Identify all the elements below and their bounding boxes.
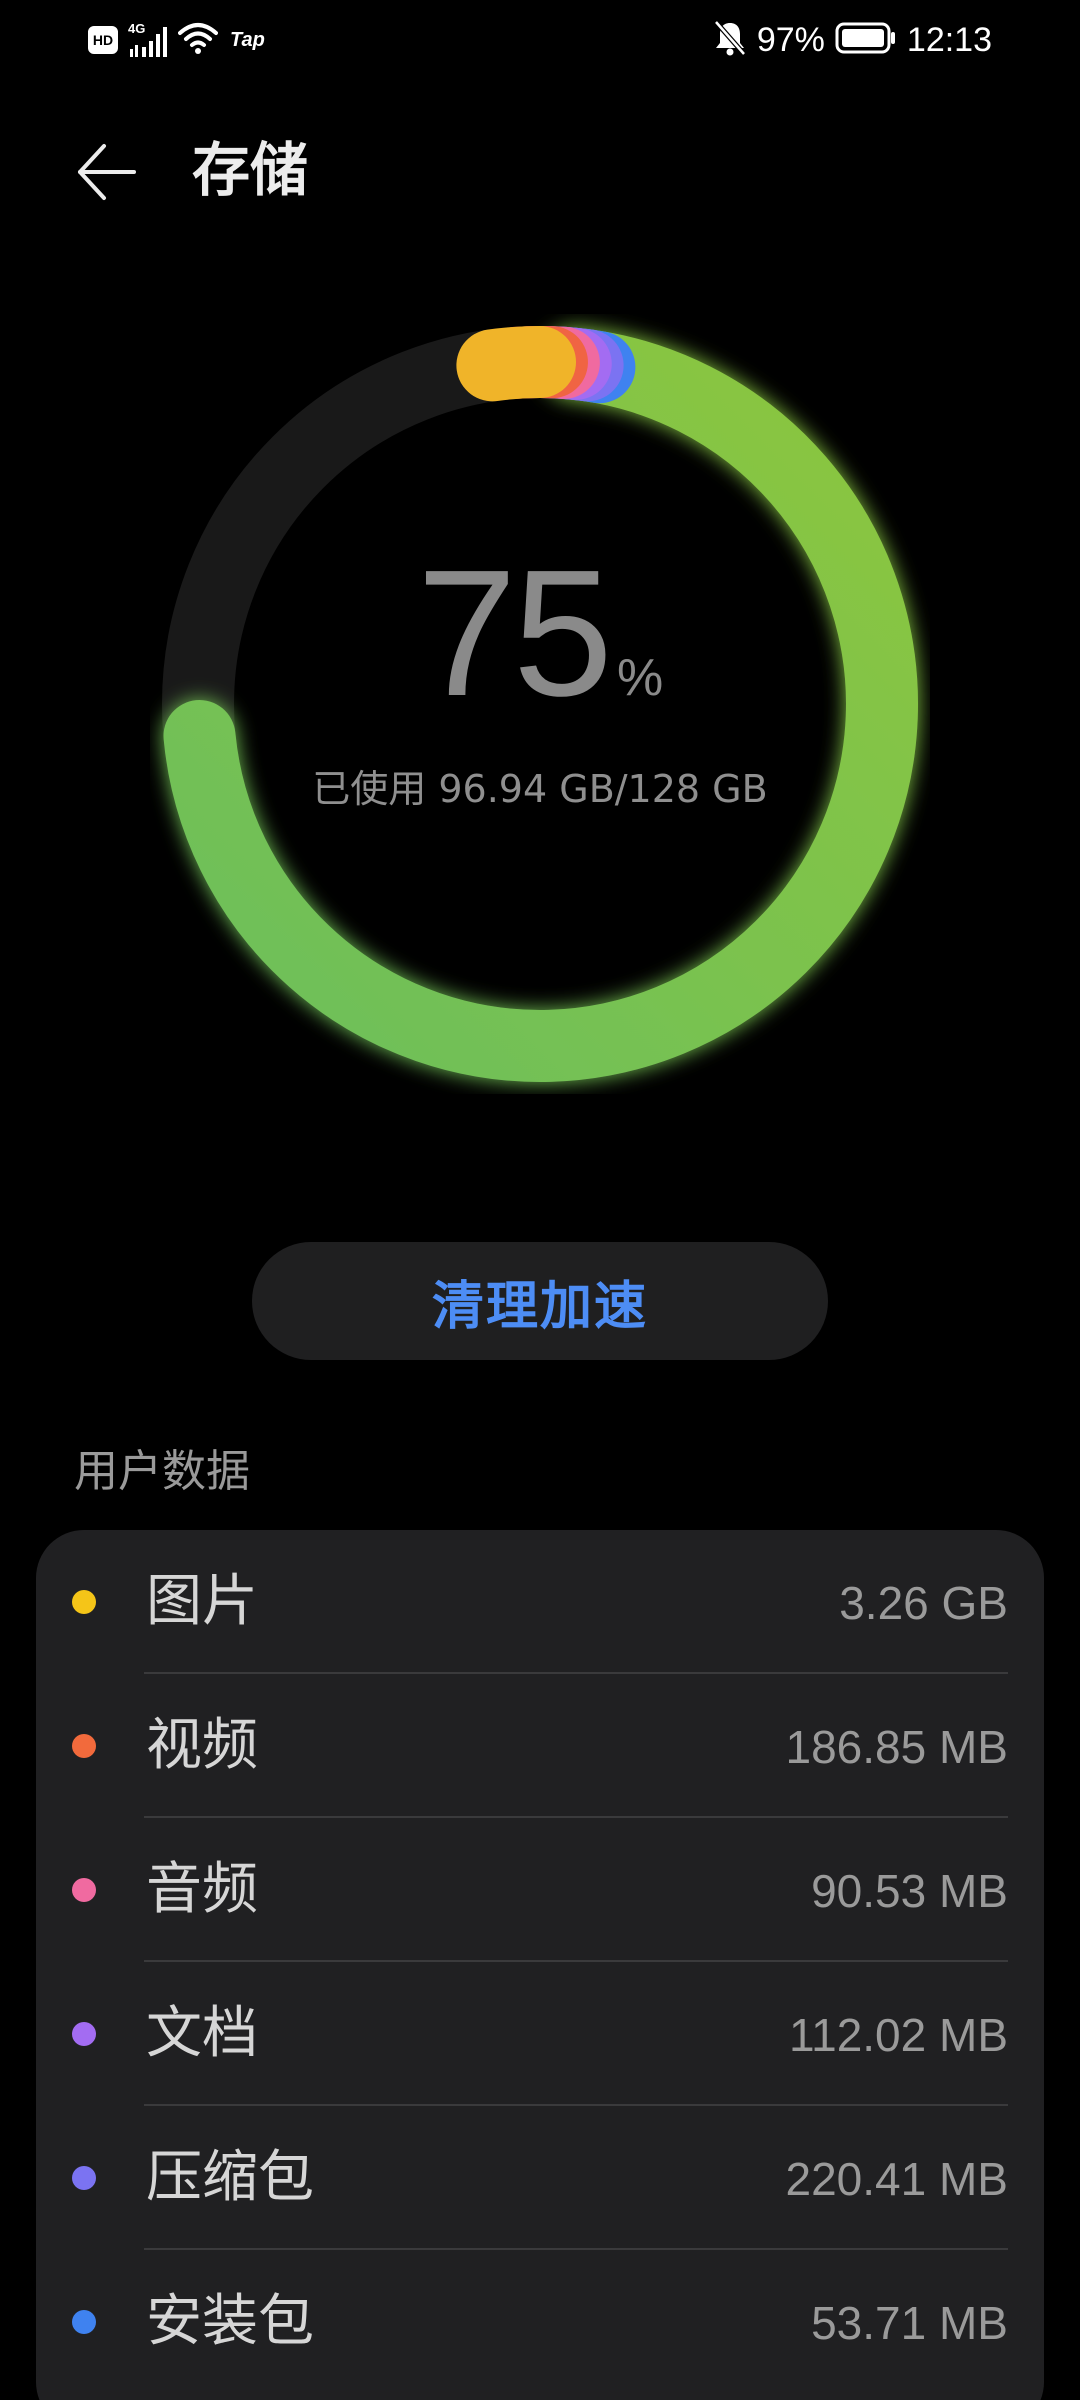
- back-button[interactable]: [56, 122, 156, 222]
- list-item-label: 音频: [146, 1857, 258, 1922]
- clock: 12:13: [906, 21, 992, 59]
- list-item-installers[interactable]: 安装包 53.71 MB: [36, 2250, 1044, 2394]
- hd-icon: HD: [88, 26, 118, 54]
- list-item-size: 90.53 MB: [811, 1865, 1008, 1917]
- list-item-pictures[interactable]: 图片 3.26 GB: [36, 1530, 1044, 1674]
- usage-ring-graphic: [162, 325, 918, 1082]
- list-item-size: 220.41 MB: [785, 2153, 1008, 2205]
- wifi-icon: [178, 21, 218, 59]
- storage-usage-ring: 75% 已使用 96.94 GB/128 GB: [150, 314, 930, 1094]
- list-item-size: 53.71 MB: [811, 2297, 1008, 2349]
- list-item-archives[interactable]: 压缩包 220.41 MB: [36, 2106, 1044, 2250]
- list-item-audio[interactable]: 音频 90.53 MB: [36, 1818, 1044, 1962]
- audio-color-dot: [72, 1878, 96, 1902]
- documents-color-dot: [72, 2022, 96, 2046]
- arrow-left-icon: [78, 144, 136, 200]
- list-item-video[interactable]: 视频 186.85 MB: [36, 1674, 1044, 1818]
- list-item-label: 文档: [146, 2001, 258, 2066]
- battery-icon: [835, 21, 897, 59]
- installers-color-dot: [72, 2310, 96, 2334]
- archives-color-dot: [72, 2166, 96, 2190]
- list-item-documents[interactable]: 文档 112.02 MB: [36, 1962, 1044, 2106]
- list-item-size: 186.85 MB: [785, 1721, 1008, 1773]
- list-item-label: 图片: [146, 1569, 258, 1634]
- status-right: 97% 12:13: [713, 16, 992, 64]
- user-data-card: 图片 3.26 GB 视频 186.85 MB 音频 90.53 MB 文档 1…: [36, 1530, 1044, 2400]
- app-header: 存储: [0, 100, 1080, 230]
- clean-speedup-button[interactable]: 清理加速: [252, 1242, 828, 1360]
- list-item-label: 压缩包: [146, 2145, 314, 2210]
- ring-segment-pictures: [456, 326, 576, 402]
- pictures-color-dot: [72, 1590, 96, 1614]
- list-item-label: 视频: [146, 1713, 258, 1778]
- list-item-size: 112.02 MB: [788, 2009, 1008, 2061]
- page-title: 存储: [192, 136, 309, 204]
- user-data-section-title: 用户数据: [74, 1446, 250, 1497]
- battery-percent: 97%: [756, 21, 825, 59]
- list-item-size: 3.26 GB: [839, 1577, 1008, 1629]
- storage-screen: HD 4G Tap 97% 12:13 存储 75 % 已使用 96.94 GB…: [0, 0, 1080, 2400]
- status-left: HD 4G Tap: [88, 20, 265, 60]
- network-type-label: 4G: [128, 21, 146, 36]
- video-color-dot: [72, 1734, 96, 1758]
- tap-label: Tap: [230, 28, 265, 51]
- list-item-label: 安装包: [146, 2289, 314, 2354]
- signal-icon: 4G: [128, 21, 168, 57]
- status-bar: HD 4G Tap 97% 12:13: [0, 0, 1080, 80]
- mute-bell-icon: [713, 19, 747, 61]
